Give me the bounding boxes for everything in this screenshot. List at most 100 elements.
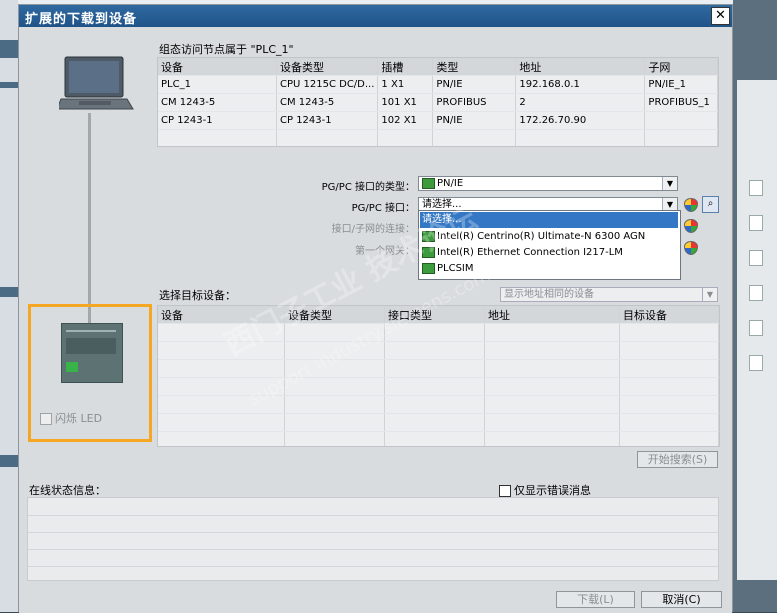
background-right-panel <box>733 0 777 612</box>
col-header: 子网 <box>644 58 718 76</box>
target-device-panel: 闪烁 LED <box>28 304 152 442</box>
dropdown-item[interactable]: Intel(R) Centrino(R) Ultimate-N 6300 AGN <box>420 229 678 245</box>
security-shield-icon[interactable] <box>684 241 698 255</box>
background-left-panel <box>0 0 18 612</box>
network-card-icon <box>422 246 435 258</box>
table-row-empty <box>158 359 719 378</box>
col-header: 接口类型 <box>384 306 485 324</box>
col-header: 地址 <box>515 58 646 76</box>
plc-detail <box>66 330 116 332</box>
background-right-pane <box>737 80 777 580</box>
table-header-row: 设备 设备类型 接口类型 地址 目标设备 <box>158 306 719 324</box>
col-header: 类型 <box>432 58 517 76</box>
background-left-bar <box>0 82 18 88</box>
start-search-button[interactable]: 开始搜索(S) <box>637 451 718 468</box>
table-row-empty <box>158 341 719 360</box>
flash-led-checkbox-box[interactable] <box>40 413 52 425</box>
cell-subnet: PN/IE_1 <box>644 75 718 94</box>
flash-led-label: 闪烁 LED <box>55 412 103 425</box>
table-header-row: 设备 设备类型 插槽 类型 地址 子网 <box>158 58 718 76</box>
subnet-connection-label: 接口/子网的连接： <box>331 224 415 235</box>
cell-address: 172.26.70.90 <box>515 111 646 130</box>
col-header: 设备类型 <box>276 58 379 76</box>
network-card-icon <box>422 230 435 242</box>
background-right-checkbox <box>749 215 763 231</box>
background-right-checkbox <box>749 355 763 371</box>
table-row-empty <box>158 413 719 432</box>
dropdown-item-label: Intel(R) Ethernet Connection I217-LM <box>437 247 623 258</box>
col-header: 地址 <box>484 306 620 324</box>
col-header: 设备类型 <box>284 306 385 324</box>
table-row-empty <box>158 129 718 146</box>
dropdown-item[interactable]: PLCSIM <box>420 261 678 277</box>
flash-led-checkbox[interactable]: 闪烁 LED <box>40 410 102 426</box>
chevron-down-icon[interactable]: ▼ <box>662 177 677 190</box>
col-header: 设备 <box>158 306 285 324</box>
errors-only-checkbox[interactable]: 仅显示错误消息 <box>499 482 591 498</box>
background-right-checkbox <box>749 250 763 266</box>
interface-type-select[interactable]: PN/IE ▼ <box>418 176 678 191</box>
background-right-checkbox <box>749 285 763 301</box>
status-row-divider <box>28 566 718 567</box>
cell-device: CP 1243-1 <box>158 111 277 130</box>
cell-device-type: CM 1243-5 <box>276 93 379 112</box>
interface-value: 请选择... <box>422 199 462 210</box>
close-button[interactable]: ✕ <box>711 7 730 25</box>
background-left-bar <box>0 40 18 58</box>
table-row[interactable]: PLC_1 CPU 1215C DC/D... 1 X1 PN/IE 192.1… <box>158 75 718 94</box>
dialog-title: 扩展的下载到设备 <box>25 12 138 27</box>
plc-led-icon <box>66 362 78 372</box>
cancel-button[interactable]: 取消(C) <box>641 591 722 608</box>
col-header: 插槽 <box>377 58 434 76</box>
chevron-down-icon[interactable]: ▼ <box>702 288 717 301</box>
dialog-content: 闪烁 LED 组态访问节点属于 "PLC_1" 设备 设备类型 插槽 类型 地址… <box>19 27 732 613</box>
background-right-checkbox <box>749 180 763 196</box>
status-row-divider <box>28 549 718 550</box>
dropdown-item[interactable]: 请选择... <box>420 212 678 228</box>
interface-type-value: PN/IE <box>437 178 464 189</box>
network-icon <box>422 177 435 189</box>
cell-type: PN/IE <box>432 111 517 130</box>
table-row-empty <box>158 377 719 396</box>
errors-only-checkbox-box[interactable] <box>499 485 511 497</box>
cell-device: PLC_1 <box>158 75 277 94</box>
col-header: 目标设备 <box>619 306 719 324</box>
access-node-heading: 组态访问节点属于 "PLC_1" <box>159 43 294 56</box>
interface-type-label: PG/PC 接口的类型： <box>321 182 415 193</box>
errors-only-label: 仅显示错误消息 <box>514 484 591 497</box>
table-row-empty <box>158 395 719 414</box>
dialog-titlebar: 扩展的下载到设备 ✕ <box>19 5 732 27</box>
status-row-divider <box>28 532 718 533</box>
cell-type: PN/IE <box>432 75 517 94</box>
cell-address: 192.168.0.1 <box>515 75 646 94</box>
target-filter-value: 显示地址相同的设备 <box>504 289 594 300</box>
connection-line <box>88 113 91 323</box>
download-button[interactable]: 下载(L) <box>556 591 635 608</box>
search-icon[interactable]: ⌕ <box>702 196 719 213</box>
online-status-list <box>27 497 719 581</box>
security-shield-icon[interactable] <box>684 198 698 212</box>
cell-slot: 102 X1 <box>377 111 434 130</box>
dropdown-item[interactable]: Intel(R) Ethernet Connection I217-LM <box>420 245 678 261</box>
select-target-heading: 选择目标设备： <box>159 289 236 302</box>
table-row[interactable]: CM 1243-5 CM 1243-5 101 X1 PROFIBUS 2 PR… <box>158 93 718 112</box>
security-shield-icon[interactable] <box>684 219 698 233</box>
online-status-heading: 在线状态信息： <box>29 484 106 497</box>
cell-device: CM 1243-5 <box>158 93 277 112</box>
cell-subnet <box>644 111 718 130</box>
cell-device-type: CP 1243-1 <box>276 111 379 130</box>
download-dialog: 扩展的下载到设备 ✕ 闪烁 LED 组态访问节点属于 "PLC_1" 设备 设备… <box>18 4 733 613</box>
plc-device-icon <box>61 323 123 383</box>
cell-subnet: PROFIBUS_1 <box>644 93 718 112</box>
dropdown-item-label: PLCSIM <box>437 263 474 274</box>
cell-slot: 101 X1 <box>377 93 434 112</box>
background-left-bar <box>0 455 18 467</box>
pgpc-laptop-icon <box>56 55 139 115</box>
interface-dropdown-list[interactable]: 请选择... Intel(R) Centrino(R) Ultimate-N 6… <box>418 210 681 280</box>
target-filter-select[interactable]: 显示地址相同的设备 ▼ <box>500 287 718 302</box>
dropdown-item-label: Intel(R) Centrino(R) Ultimate-N 6300 AGN <box>437 231 646 242</box>
first-gateway-label: 第一个网关： <box>355 246 415 257</box>
cell-device-type: CPU 1215C DC/D... <box>276 75 379 94</box>
access-node-table: 设备 设备类型 插槽 类型 地址 子网 PLC_1 CPU 1215C DC/D… <box>157 57 719 147</box>
table-row[interactable]: CP 1243-1 CP 1243-1 102 X1 PN/IE 172.26.… <box>158 111 718 130</box>
